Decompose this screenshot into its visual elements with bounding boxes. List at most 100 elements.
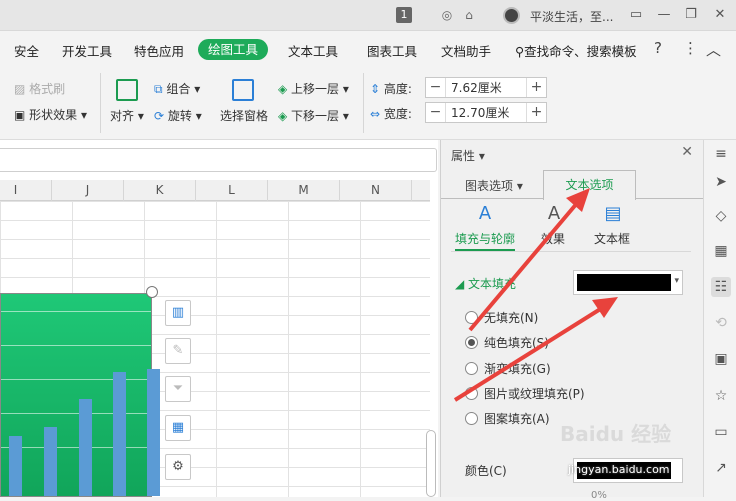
rotate-icon: ⟳ (154, 109, 168, 123)
height-increase[interactable]: + (526, 78, 546, 97)
close-icon[interactable]: ✕ (711, 6, 729, 24)
chart-style-icon[interactable]: ✎ (165, 338, 191, 364)
color-label: 颜色(C) (465, 464, 507, 478)
collapse-ribbon-icon[interactable]: ︿ (706, 39, 721, 60)
resize-handle[interactable] (146, 286, 158, 298)
shape-effect-button[interactable]: ▣ 形状效果 ▾ (14, 106, 87, 123)
avatar[interactable] (503, 7, 520, 24)
archive-icon[interactable]: ▭ (711, 422, 731, 442)
more-icon[interactable]: ⋮ (683, 39, 698, 57)
vertical-scrollbar[interactable] (426, 430, 436, 497)
chart-bar[interactable] (79, 398, 92, 496)
height-stepper[interactable]: − 7.62厘米 + (425, 77, 547, 98)
chart-data-icon[interactable]: ▦ (165, 415, 191, 441)
help-icon[interactable]: ? (654, 39, 662, 57)
group-button[interactable]: ⧉ 组合 ▾ (154, 80, 200, 97)
section-text-fill[interactable]: ◢ 文本填充 (455, 275, 516, 292)
close-icon[interactable]: ✕ (681, 144, 693, 160)
width-increase[interactable]: + (526, 103, 546, 122)
width-value[interactable]: 12.70厘米 (446, 104, 526, 121)
right-sidebar: ≡ ➤ ◇ ▦ ☷ ⟲ ▣ ☆ ▭ ↗ (703, 140, 736, 497)
menu-doc-assistant[interactable]: 文档助手 (441, 41, 491, 60)
menu-dev-tools[interactable]: 开发工具 (62, 41, 112, 60)
dropdown-arrow-icon: ▾ (674, 276, 679, 286)
menu-security[interactable]: 安全 (14, 41, 39, 60)
column-header[interactable]: M (268, 180, 340, 201)
maximize-icon[interactable]: ❐ (682, 6, 700, 24)
column-header[interactable]: N (340, 180, 412, 201)
menu-special-apps[interactable]: 特色应用 (134, 41, 184, 60)
refresh-icon[interactable]: ⟲ (711, 313, 731, 333)
height-icon: ⇕ (370, 82, 384, 96)
tab-text-options[interactable]: 文本选项 (543, 170, 636, 200)
properties-icon[interactable]: ☷ (711, 277, 731, 297)
selection-pane-icon (232, 79, 254, 101)
chart-bar[interactable] (44, 426, 57, 496)
watermark-logo: Baidu 经验 (560, 422, 672, 446)
text-fill-icon[interactable]: A (475, 204, 495, 224)
chart-bar[interactable] (113, 372, 126, 496)
height-value[interactable]: 7.62厘米 (446, 79, 526, 96)
send-backward-button[interactable]: ◈ 下移一层 ▾ (278, 107, 349, 124)
ribbon: ▨ 格式刷 ▣ 形状效果 ▾ 对齐 ▾ ⧉ 组合 ▾ ⟳ 旋转 ▾ 选择窗格 ◈… (0, 67, 736, 140)
radio-circle (465, 362, 478, 375)
chart-settings-icon[interactable]: ⚙ (165, 454, 191, 480)
chart-elements-icon[interactable]: ▥ (165, 300, 191, 326)
minimize-icon[interactable]: — (655, 6, 673, 24)
chart-area[interactable] (0, 293, 160, 497)
column-header[interactable]: K (124, 180, 196, 201)
selection-pane-button[interactable]: 选择窗格 (220, 107, 268, 124)
star-icon[interactable]: ☆ (711, 386, 731, 406)
chart-bar[interactable] (9, 436, 22, 496)
menu-drawing-tools[interactable]: 绘图工具 (198, 39, 268, 60)
format-brush-button[interactable]: ▨ 格式刷 (14, 80, 65, 97)
send-backward-icon: ◈ (278, 109, 292, 123)
chart-bar[interactable] (147, 368, 160, 496)
formula-bar[interactable] (0, 148, 437, 172)
command-search[interactable]: ⚲查找命令、搜索模板 (515, 41, 637, 60)
column-header[interactable]: I (0, 180, 52, 201)
restore-small-icon[interactable]: ▭ (627, 6, 645, 24)
radio-circle-selected (465, 336, 478, 349)
menu-chart-tools[interactable]: 图表工具 (367, 41, 417, 60)
sub-tab-fill-outline[interactable]: 填充与轮廓 (455, 230, 516, 251)
radio-gradient-fill[interactable]: 渐变填充(G) (465, 360, 551, 377)
sub-tab-textbox[interactable]: 文本框 (594, 230, 630, 247)
watermark-url: jingyan.baidu.com (568, 463, 670, 476)
bring-forward-button[interactable]: ◈ 上移一层 ▾ (278, 80, 349, 97)
width-icon: ⇔ (370, 107, 384, 121)
width-stepper[interactable]: − 12.70厘米 + (425, 102, 547, 123)
width-decrease[interactable]: − (426, 103, 446, 122)
align-button[interactable]: 对齐 ▾ (110, 107, 144, 124)
sub-tab-effect[interactable]: 效果 (541, 230, 565, 247)
column-header[interactable]: L (196, 180, 268, 201)
menu-bar: 安全 开发工具 特色应用 绘图工具 文本工具 图表工具 文档助手 ⚲查找命令、搜… (0, 31, 736, 67)
table-icon[interactable]: ▦ (711, 241, 731, 261)
menu-icon[interactable]: ≡ (711, 144, 731, 164)
radio-solid-fill[interactable]: 纯色填充(S) (465, 334, 549, 351)
text-effect-icon[interactable]: A (544, 204, 564, 224)
radio-picture-fill[interactable]: 图片或纹理填充(P) (465, 385, 585, 402)
image-icon[interactable]: ▣ (711, 349, 731, 369)
window-count-badge[interactable]: 1 (396, 7, 412, 23)
shirt-icon[interactable]: ⌂ (462, 8, 476, 22)
user-name[interactable]: 平淡生活，至... (530, 8, 613, 25)
search-icon: ⚲ (515, 44, 525, 59)
shapes-icon[interactable]: ◇ (711, 206, 731, 226)
tab-chart-options[interactable]: 图表选项 ▾ (465, 177, 523, 194)
radio-pattern-fill[interactable]: 图案填充(A) (465, 410, 550, 427)
column-header[interactable]: J (52, 180, 124, 201)
menu-text-tools[interactable]: 文本工具 (288, 41, 338, 60)
skin-icon[interactable]: ◎ (440, 8, 454, 22)
height-decrease[interactable]: − (426, 78, 446, 97)
gridline (1, 413, 151, 414)
fill-color-picker[interactable]: ▾ (573, 270, 683, 295)
cursor-icon[interactable]: ➤ (711, 172, 731, 192)
rotate-button[interactable]: ⟳ 旋转 ▾ (154, 107, 202, 124)
share-icon[interactable]: ↗ (711, 458, 731, 478)
panel-title[interactable]: 属性 ▾ (451, 147, 485, 164)
textbox-icon[interactable]: ▤ (603, 204, 623, 224)
chart-filter-icon[interactable]: ⏷ (165, 376, 191, 402)
radio-circle (465, 412, 478, 425)
radio-no-fill[interactable]: 无填充(N) (465, 309, 538, 326)
